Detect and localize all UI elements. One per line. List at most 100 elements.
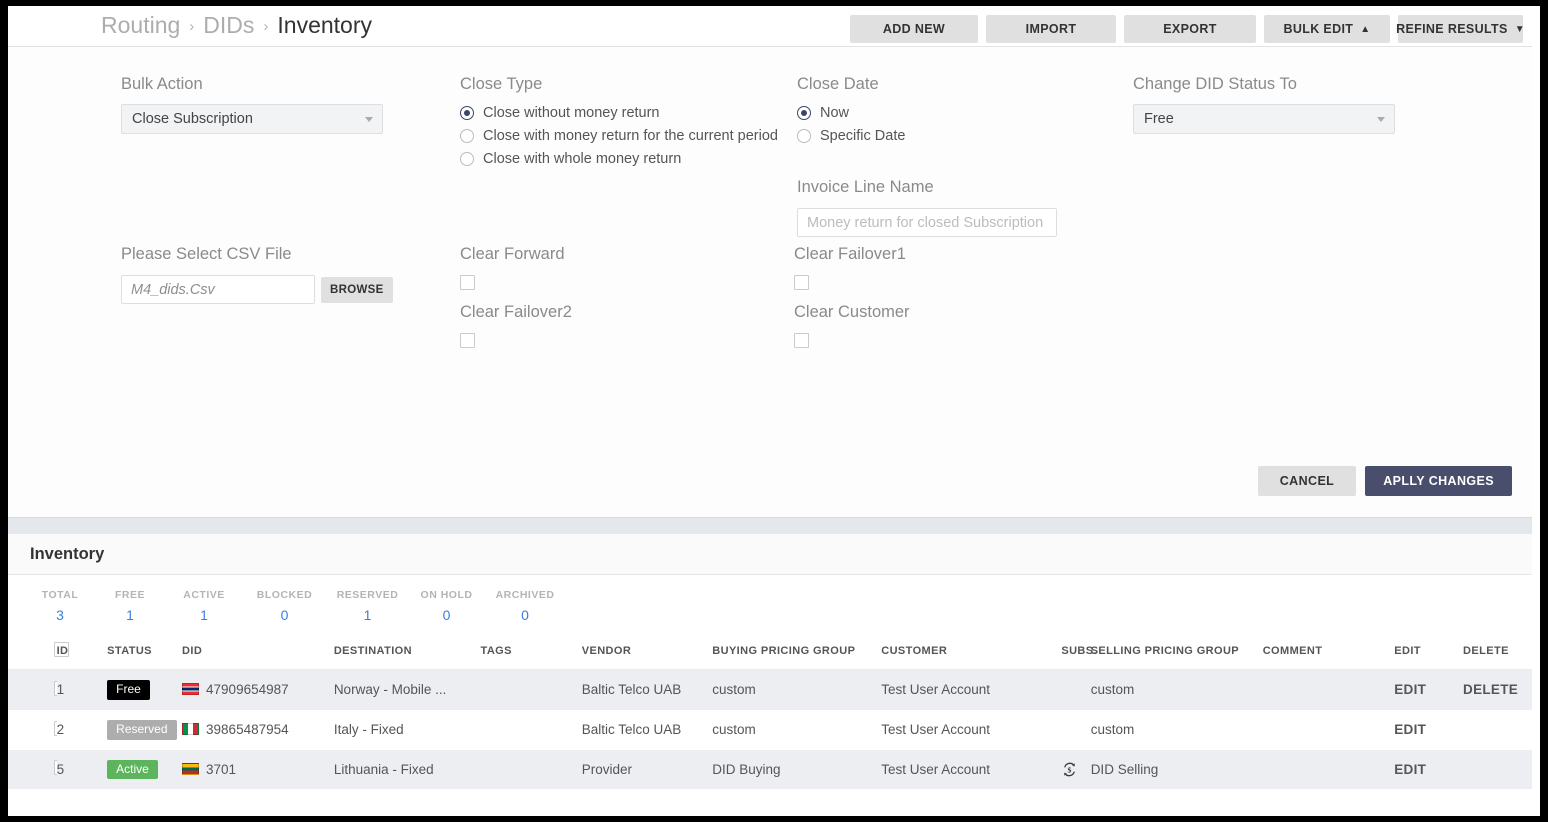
cell-destination: Lithuania - Fixed bbox=[333, 749, 481, 790]
column-header-delete: DELETE bbox=[1463, 633, 1540, 670]
chevron-up-icon: ▲ bbox=[1360, 24, 1371, 35]
chevron-down-icon bbox=[1377, 117, 1385, 122]
cell-subs: $ bbox=[1061, 749, 1091, 790]
clear-failover2-checkbox[interactable] bbox=[460, 333, 475, 348]
bulk-edit-form: Bulk Action Close Subscription Close Typ… bbox=[8, 47, 1540, 517]
did-number: 39865487954 bbox=[206, 722, 289, 738]
stat-label: BLOCKED bbox=[256, 589, 313, 601]
stat-value[interactable]: 1 bbox=[364, 607, 372, 623]
breadcrumb-item-dids[interactable]: DIDs bbox=[203, 12, 254, 39]
stat-archived: ARCHIVED 0 bbox=[485, 589, 565, 623]
cell-destination: Italy - Fixed bbox=[333, 709, 481, 750]
radio-icon-selected[interactable] bbox=[797, 106, 811, 120]
cell-vendor: Provider bbox=[581, 749, 713, 790]
stat-value[interactable]: 1 bbox=[200, 607, 208, 623]
flag-icon-lithuania bbox=[182, 762, 200, 775]
browse-button[interactable]: BROWSE bbox=[321, 276, 393, 303]
cell-id: 5 bbox=[56, 749, 108, 790]
inventory-table: ID STATUS DID DESTINATION TAGS VENDOR BU… bbox=[8, 633, 1540, 790]
refine-results-button[interactable]: REFINE RESULTS ▼ bbox=[1396, 15, 1525, 43]
radio-icon[interactable] bbox=[460, 152, 474, 166]
radio-icon-selected[interactable] bbox=[460, 106, 474, 120]
export-button[interactable]: EXPORT bbox=[1124, 15, 1256, 43]
breadcrumb-item-inventory[interactable]: Inventory bbox=[277, 12, 372, 39]
cell-tags bbox=[480, 749, 582, 790]
close-type-field: Close Type Close without money return Cl… bbox=[460, 75, 780, 167]
clear-forward-checkbox[interactable] bbox=[460, 275, 475, 290]
table-row[interactable]: 5 Active 3701 Lithuania - Fixed Provider… bbox=[8, 749, 1540, 790]
cell-comment bbox=[1262, 749, 1395, 790]
csv-file-label: Please Select CSV File bbox=[121, 245, 292, 263]
radio-icon[interactable] bbox=[797, 129, 811, 143]
add-new-button[interactable]: ADD NEW bbox=[850, 15, 978, 43]
apply-changes-button[interactable]: APLLY CHANGES bbox=[1365, 466, 1512, 496]
stat-blocked: BLOCKED 0 bbox=[242, 589, 327, 623]
column-header-selling-pricing-group[interactable]: SELLING PRICING GROUP bbox=[1090, 633, 1263, 670]
close-date-option-now[interactable]: Now bbox=[797, 105, 1077, 121]
cell-status: Free bbox=[107, 669, 183, 710]
table-row[interactable]: 2 Reserved 39865487954 Italy - Fixed Bal… bbox=[8, 709, 1540, 750]
cancel-button[interactable]: CANCEL bbox=[1257, 466, 1357, 496]
column-header-buying-pricing-group[interactable]: BUYING PRICING GROUP bbox=[712, 633, 882, 670]
cell-tags bbox=[480, 669, 582, 710]
stat-value[interactable]: 0 bbox=[521, 607, 529, 623]
column-header-vendor[interactable]: VENDOR bbox=[581, 633, 713, 670]
edit-link[interactable]: EDIT bbox=[1394, 749, 1464, 790]
close-type-option-without-money-return[interactable]: Close without money return bbox=[460, 105, 780, 121]
table-row[interactable]: 1 Free 47909654987 Norway - Mobile ... B… bbox=[8, 669, 1540, 710]
column-header-subs[interactable]: SUBS. bbox=[1061, 633, 1097, 670]
column-header-id[interactable]: ID bbox=[56, 633, 108, 670]
table-header-row: ID STATUS DID DESTINATION TAGS VENDOR BU… bbox=[8, 633, 1540, 670]
delete-link[interactable]: DELETE bbox=[1463, 669, 1540, 710]
column-header-comment[interactable]: COMMENT bbox=[1262, 633, 1395, 670]
breadcrumb-separator-icon: › bbox=[189, 18, 195, 35]
edit-link[interactable]: EDIT bbox=[1394, 709, 1464, 750]
stat-label: ACTIVE bbox=[183, 589, 225, 601]
stat-value[interactable]: 0 bbox=[443, 607, 451, 623]
column-header-destination[interactable]: DESTINATION bbox=[333, 633, 481, 670]
clear-failover2-label: Clear Failover2 bbox=[460, 303, 572, 321]
column-header-tags[interactable]: TAGS bbox=[480, 633, 582, 670]
close-type-option-whole-money-return[interactable]: Close with whole money return bbox=[460, 151, 780, 167]
close-type-label: Close Type bbox=[460, 75, 543, 93]
stat-value[interactable]: 0 bbox=[281, 607, 289, 623]
radio-icon[interactable] bbox=[460, 129, 474, 143]
delete-link bbox=[1463, 749, 1540, 790]
bulk-action-select[interactable]: Close Subscription bbox=[121, 104, 383, 134]
cell-id: 2 bbox=[56, 709, 108, 750]
close-date-field: Close Date Now Specific Date bbox=[797, 75, 1077, 144]
stat-label: ON HOLD bbox=[420, 589, 473, 601]
csv-file-field: Please Select CSV File BROWSE bbox=[121, 245, 401, 304]
stat-value[interactable]: 1 bbox=[126, 607, 134, 623]
cell-comment bbox=[1262, 709, 1395, 750]
clear-failover1-checkbox[interactable] bbox=[794, 275, 809, 290]
change-did-status-select[interactable]: Free bbox=[1133, 104, 1395, 134]
bulk-edit-button[interactable]: BULK EDIT ▲ bbox=[1264, 15, 1390, 43]
import-button[interactable]: IMPORT bbox=[986, 15, 1116, 43]
breadcrumb-separator-icon: › bbox=[263, 18, 269, 35]
cell-buying-pricing-group: custom bbox=[712, 709, 882, 750]
edit-link[interactable]: EDIT bbox=[1394, 669, 1464, 710]
inventory-header: Inventory bbox=[8, 534, 1540, 575]
column-header-status[interactable]: STATUS bbox=[107, 633, 183, 670]
column-header-customer[interactable]: CUSTOMER bbox=[881, 633, 1062, 670]
clear-customer-checkbox[interactable] bbox=[794, 333, 809, 348]
flag-icon-italy bbox=[182, 723, 200, 736]
row-select-cell bbox=[8, 709, 57, 750]
chevron-down-icon bbox=[365, 117, 373, 122]
stat-value[interactable]: 3 bbox=[56, 607, 64, 623]
column-header-did[interactable]: DID bbox=[182, 633, 334, 670]
breadcrumb: Routing › DIDs › Inventory bbox=[101, 12, 372, 39]
breadcrumb-item-routing[interactable]: Routing bbox=[101, 12, 180, 39]
refine-results-label: REFINE RESULTS bbox=[1396, 22, 1508, 36]
cell-customer: Test User Account bbox=[881, 709, 1062, 750]
close-type-option-money-return-current-period[interactable]: Close with money return for the current … bbox=[460, 128, 780, 144]
clear-forward-field: Clear Forward bbox=[460, 245, 565, 290]
close-date-option-specific-date[interactable]: Specific Date bbox=[797, 128, 1077, 144]
vertical-scrollbar[interactable] bbox=[1532, 6, 1540, 816]
csv-file-input[interactable] bbox=[121, 275, 315, 304]
cell-did: 3701 bbox=[182, 749, 334, 790]
chevron-down-icon: ▼ bbox=[1514, 24, 1525, 35]
clear-customer-field: Clear Customer bbox=[794, 303, 910, 348]
invoice-line-name-input[interactable] bbox=[797, 208, 1057, 237]
